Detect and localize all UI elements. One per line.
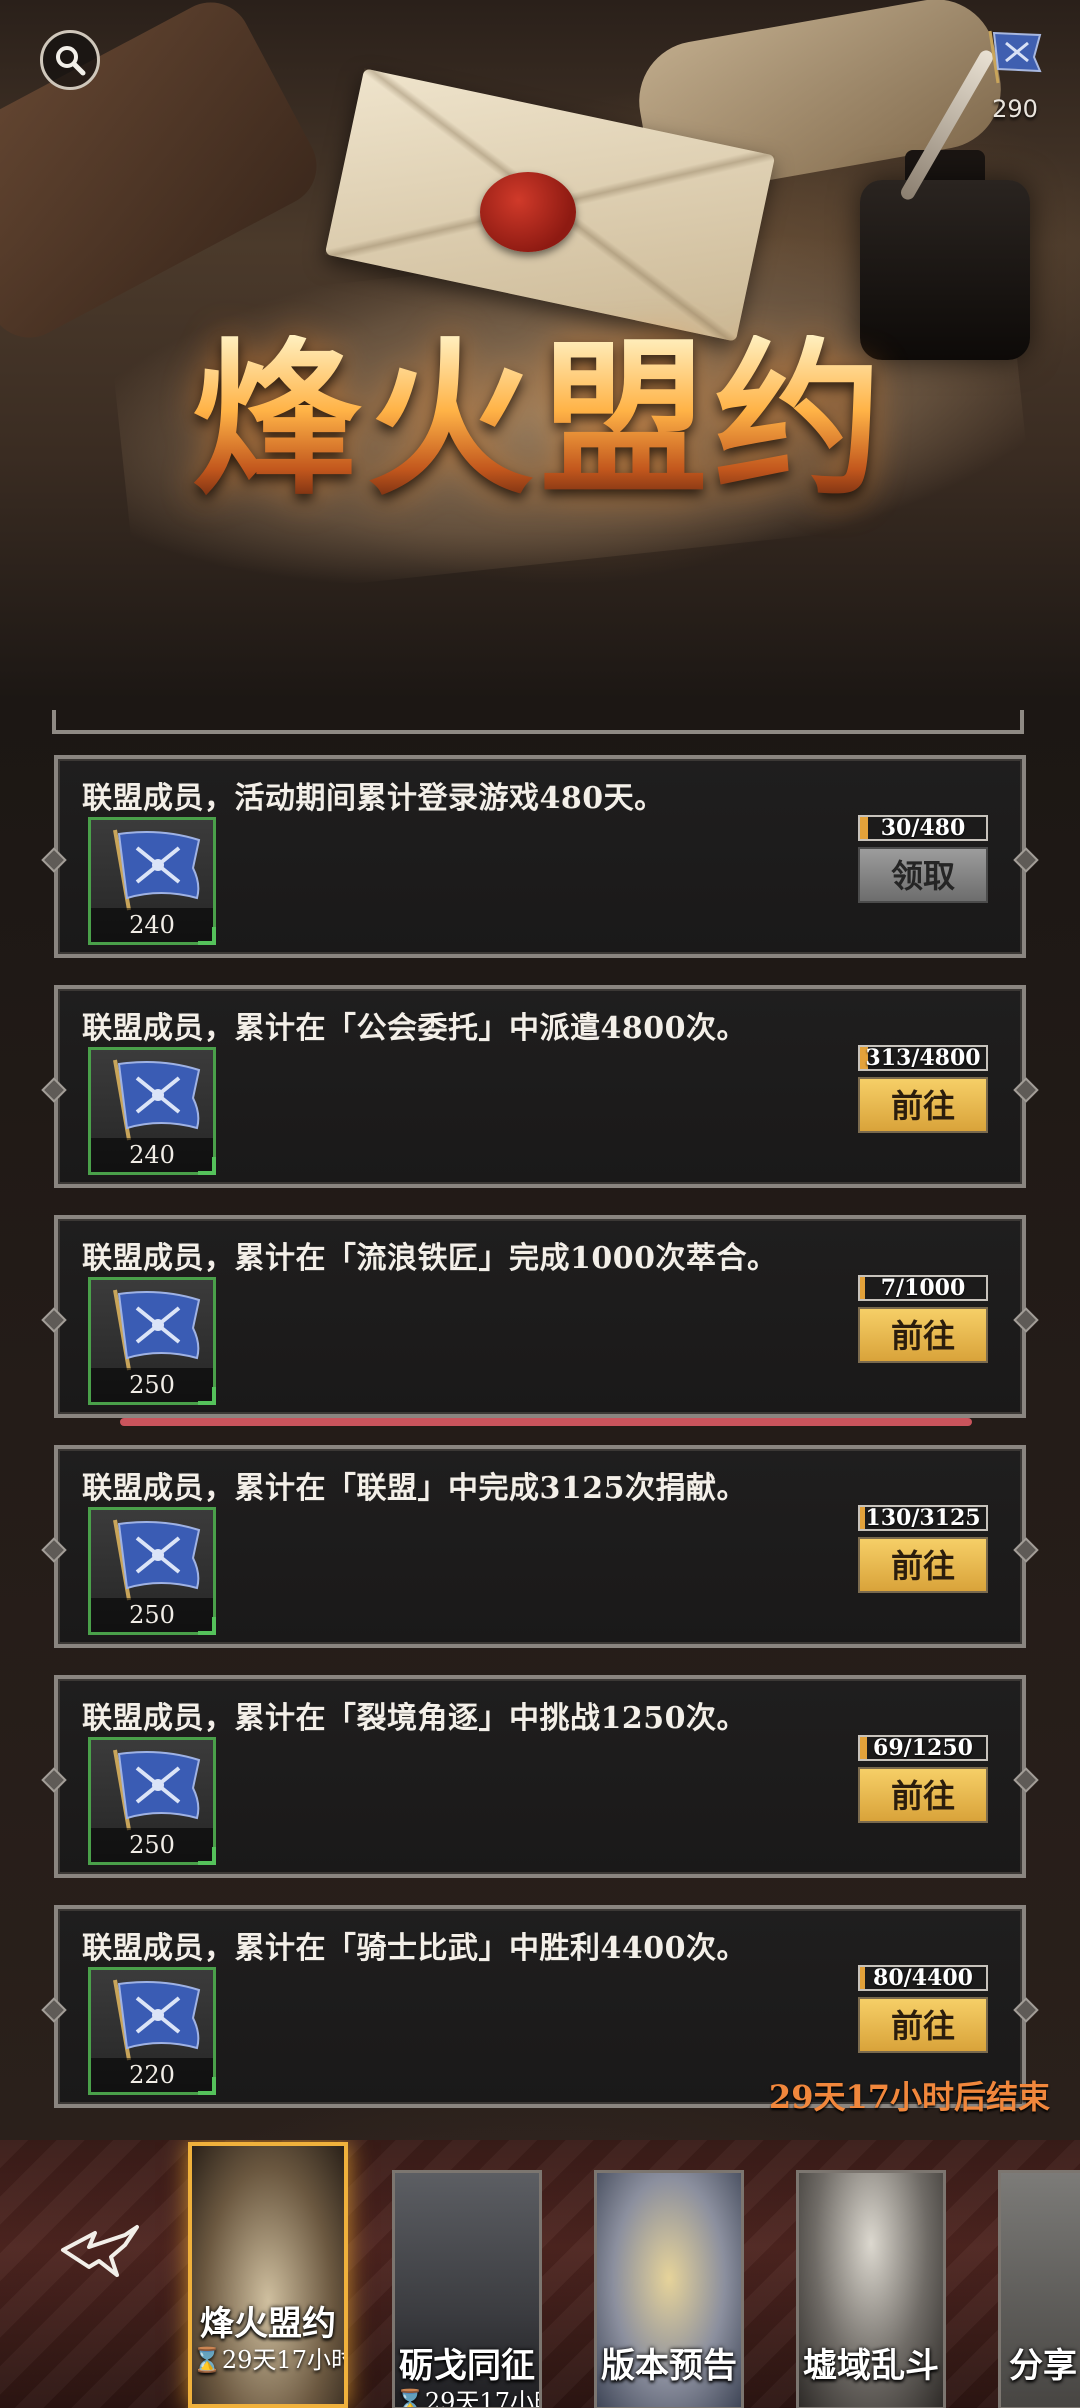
tab-item[interactable]: 烽火盟约 ⌛29天17小时 (188, 2142, 348, 2408)
task-description: 联盟成员，累计在「流浪铁匠」完成1000次萃合。 (82, 1241, 778, 1276)
task-card: 联盟成员，累计在「联盟」中完成3125次捐献。 250 130/3125 前往 (41, 1445, 1039, 1648)
progress-text: 130/3125 (865, 1505, 981, 1531)
reward-item[interactable]: 220 (88, 1967, 216, 2095)
reward-corner-mark (198, 1157, 216, 1175)
task-progress-bar: 80/4400 (858, 1965, 988, 1991)
reward-item[interactable]: 250 (88, 1277, 216, 1405)
reward-corner-mark (198, 1847, 216, 1865)
tab-label: 砺戈同征 (399, 2346, 535, 2386)
reward-quantity: 240 (91, 1138, 213, 1172)
highlight-underline (120, 1418, 972, 1426)
tab-item[interactable]: 墟域乱斗 (796, 2170, 946, 2408)
reward-corner-mark (198, 2077, 216, 2095)
reward-item[interactable]: 250 (88, 1507, 216, 1635)
tab-label: 墟域乱斗 (803, 2346, 939, 2386)
progress-text: 80/4400 (873, 1965, 973, 1991)
go-button[interactable]: 前往 (858, 1077, 988, 1133)
reward-quantity: 240 (91, 908, 213, 942)
tab-item[interactable]: 分享 (998, 2170, 1080, 2408)
task-progress-bar: 69/1250 (858, 1735, 988, 1761)
wax-seal-illustration (480, 172, 576, 252)
flag-icon (988, 30, 1042, 84)
tab-label: 版本预告 (601, 2346, 737, 2386)
flag-icon (113, 1289, 201, 1371)
claim-button[interactable]: 领取 (858, 847, 988, 903)
back-arrow-icon (61, 2225, 139, 2277)
task-progress-bar: 313/4800 (858, 1045, 988, 1071)
bottom-tab-bar: 烽火盟约 ⌛29天17小时 砺戈同征 ⌛29天17小时 版本预告 墟域乱斗 分享 (0, 2140, 1080, 2408)
tab-item[interactable]: 版本预告 (594, 2170, 744, 2408)
reward-item[interactable]: 240 (88, 817, 216, 945)
task-description: 联盟成员，累计在「联盟」中完成3125次捐献。 (82, 1471, 747, 1506)
tab-label: 烽火盟约 (200, 2304, 336, 2344)
back-button[interactable] (55, 2205, 145, 2295)
list-top-frame (52, 710, 1024, 734)
progress-text: 313/4800 (865, 1045, 981, 1071)
flag-icon (113, 1749, 201, 1831)
reward-corner-mark (198, 1387, 216, 1405)
go-button[interactable]: 前往 (858, 1997, 988, 2053)
go-button[interactable]: 前往 (858, 1767, 988, 1823)
task-card: 联盟成员，活动期间累计登录游戏480天。 240 30/480 领取 (41, 755, 1039, 958)
task-description: 联盟成员，累计在「公会委托」中派遣4800次。 (82, 1011, 747, 1046)
task-card: 联盟成员，累计在「公会委托」中派遣4800次。 240 313/4800 前往 (41, 985, 1039, 1188)
search-icon (56, 46, 86, 76)
event-banner: 烽火盟约 290 (0, 0, 1080, 700)
tab-timer: ⌛29天17小时 (192, 2346, 348, 2374)
task-progress-bar: 30/480 (858, 815, 988, 841)
tab-item[interactable]: 砺戈同征 ⌛29天17小时 (392, 2170, 542, 2408)
task-card: 联盟成员，累计在「裂境角逐」中挑战1250次。 250 69/1250 前往 (41, 1675, 1039, 1878)
reward-quantity: 250 (91, 1828, 213, 1862)
flag-icon (113, 829, 201, 911)
reward-corner-mark (198, 927, 216, 945)
task-progress-bar: 130/3125 (858, 1505, 988, 1531)
task-card: 联盟成员，累计在「流浪铁匠」完成1000次萃合。 250 7/1000 前往 (41, 1215, 1039, 1418)
reward-quantity: 250 (91, 1598, 213, 1632)
task-description: 联盟成员，累计在「骑士比武」中胜利4400次。 (82, 1931, 747, 1966)
go-button[interactable]: 前往 (858, 1537, 988, 1593)
go-button[interactable]: 前往 (858, 1307, 988, 1363)
flag-icon (113, 1059, 201, 1141)
event-title: 烽火盟约 (0, 335, 1080, 503)
progress-text: 69/1250 (873, 1735, 973, 1761)
task-description: 联盟成员，活动期间累计登录游戏480天。 (82, 781, 665, 816)
reward-quantity: 220 (91, 2058, 213, 2092)
tab-timer: ⌛29天17小时 (395, 2388, 542, 2408)
flag-icon (113, 1979, 201, 2061)
task-progress-bar: 7/1000 (858, 1275, 988, 1301)
progress-text: 30/480 (880, 815, 966, 841)
tab-label: 分享 (1009, 2346, 1077, 2386)
reward-item[interactable]: 240 (88, 1047, 216, 1175)
event-end-timer: 29天17小时后结束 (768, 2078, 1050, 2116)
task-description: 联盟成员，累计在「裂境角逐」中挑战1250次。 (82, 1701, 747, 1736)
flag-icon (113, 1519, 201, 1601)
currency-amount: 290 (992, 95, 1038, 123)
reward-quantity: 250 (91, 1368, 213, 1402)
progress-text: 7/1000 (880, 1275, 966, 1301)
search-button[interactable] (40, 30, 100, 90)
flag-currency[interactable]: 290 (970, 25, 1060, 135)
reward-item[interactable]: 250 (88, 1737, 216, 1865)
reward-corner-mark (198, 1617, 216, 1635)
